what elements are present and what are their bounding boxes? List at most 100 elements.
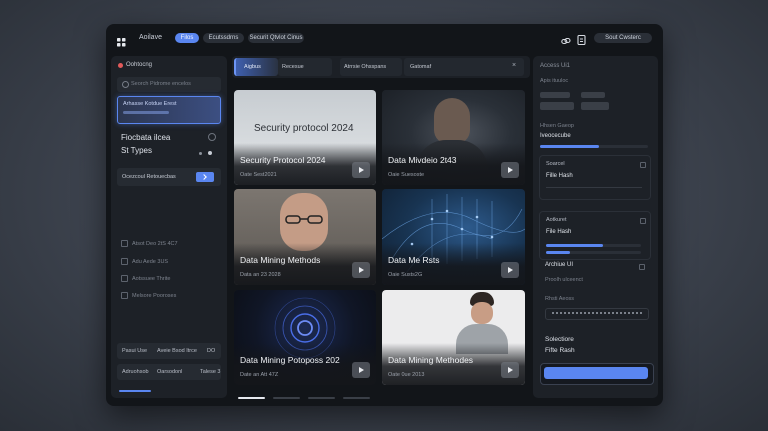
sidebar-action-row: Ocezcoul Retouecbas — [117, 168, 221, 186]
info-icon[interactable] — [208, 133, 216, 141]
filter-tab-label: Gatomaf — [410, 64, 432, 70]
sidebar-scroll-indicator[interactable] — [119, 390, 151, 392]
video-card[interactable]: Data Mivdeio 2t43 Oaie Suesoste — [382, 90, 525, 185]
pagination — [238, 397, 378, 400]
footer-cell[interactable]: Adruohsob — [122, 369, 149, 375]
video-card[interactable]: Data Mining Methods Data an 23 2028 — [234, 189, 376, 285]
checkbox-icon[interactable] — [640, 218, 646, 224]
archive-bar-dots — [552, 312, 642, 314]
action-label: Ocezcoul Retouecbas — [122, 174, 176, 180]
box-label: Archiue UI — [545, 262, 574, 268]
person-face — [471, 302, 493, 324]
header-right-button[interactable]: Sout Cwsterc — [594, 33, 652, 43]
checkbox-icon — [121, 240, 128, 247]
footer-cell[interactable]: DO — [207, 348, 215, 354]
selected-item-label: Arhasse Kotdue Erest — [123, 101, 177, 107]
card-title: Data Mivdeio 2t43 — [388, 155, 457, 165]
card-title: Security Protocol 2024 — [240, 155, 326, 165]
sidebar-footer-row-1: Pasui Use Aveie Bsod Itrce DO — [117, 343, 221, 359]
item-progress-fill — [540, 145, 600, 148]
sidebar-section-sub: St Types — [121, 146, 152, 155]
video-card[interactable]: Data Mining Potoposs 202 Date an Att 47Z — [234, 290, 376, 385]
sidebar-check-1[interactable]: Atsot Deo 2tS 4C7 — [121, 240, 178, 247]
box-line — [546, 187, 642, 188]
checkbox-icon — [121, 275, 128, 282]
hash-bar-track-b — [546, 251, 641, 254]
card-title: Data Mining Potoposs 202 — [240, 355, 340, 365]
footer-cell[interactable]: Pasui Use — [122, 348, 147, 354]
placeholder-block — [540, 92, 570, 98]
sidebar-check-2[interactable]: Adu Aede 3US — [121, 258, 168, 265]
video-card[interactable]: Security protocol 2024 Security Protocol… — [234, 90, 376, 185]
selected-item-bar — [123, 111, 169, 114]
check-label: Adu Aede 3US — [132, 258, 169, 265]
app-name: Aoilave — [139, 34, 162, 41]
card-meta: Data an 23 2028 — [240, 272, 281, 278]
page-dot-active[interactable] — [238, 397, 265, 399]
box-value: Fille Hash — [546, 173, 573, 179]
tab-third[interactable]: Securit Qtvlot Cinus — [248, 33, 304, 43]
play-icon[interactable] — [352, 262, 370, 278]
sidebar-selected-item[interactable]: Arhasse Kotdue Erest — [117, 96, 221, 124]
hash-bar-track — [546, 244, 641, 247]
card-meta: Oate Sest2021 — [240, 172, 277, 178]
item-progress — [540, 145, 648, 148]
play-icon[interactable] — [352, 362, 370, 378]
primary-action-button[interactable] — [540, 363, 654, 385]
play-icon[interactable] — [501, 362, 519, 378]
page-dot[interactable] — [343, 397, 370, 399]
selection-label: Solectiore — [545, 336, 574, 343]
check-label: Aotssuee Thrite — [132, 275, 171, 282]
play-icon[interactable] — [501, 262, 519, 278]
checkbox-icon[interactable] — [639, 264, 645, 270]
box-value: File Hash — [546, 229, 572, 235]
placeholder-block — [581, 92, 605, 98]
page-dot[interactable] — [308, 397, 335, 399]
check-label: Melsore Pooroses — [132, 292, 177, 299]
card-meta: Date an Att 47Z — [240, 372, 279, 378]
check-label: Atsot Deo 2tS 4C7 — [132, 240, 178, 247]
filter-tab-label: Recesue — [282, 64, 304, 70]
file-box-source[interactable]: Soarcel Fille Hash — [539, 155, 651, 200]
footer-cell[interactable]: Aveie Bsod Itrce — [157, 348, 197, 354]
chevron-right-icon — [201, 174, 207, 180]
tab-filos[interactable]: Filos — [175, 33, 199, 43]
page-dot[interactable] — [273, 397, 300, 399]
placeholder-block — [581, 102, 609, 110]
toggle-dot[interactable] — [208, 151, 212, 155]
filter-tab-label: Atrrsie Ohsspans — [344, 64, 387, 70]
link-icon[interactable] — [561, 33, 571, 45]
footer-cell[interactable]: Talese 3 — [200, 369, 221, 375]
sidebar-check-4[interactable]: Melsore Pooroses — [121, 292, 176, 299]
card-title: Data Mining Methods — [240, 255, 321, 265]
sidebar-footer-row-2: Adruohsob Oarsodonl Talese 3 — [117, 364, 221, 380]
action-button[interactable] — [196, 172, 214, 182]
sidebar-status-dot — [118, 63, 123, 68]
checkbox-icon[interactable] — [640, 162, 646, 168]
checkbox-icon — [121, 258, 128, 265]
play-icon[interactable] — [501, 162, 519, 178]
app-window: Aoilave Filos Ecutssdrns Securit Qtvlot … — [106, 24, 663, 406]
play-icon[interactable] — [352, 162, 370, 178]
filter-tab-2[interactable]: Recesue — [278, 58, 332, 76]
footer-cell[interactable]: Oarsodonl — [157, 369, 182, 375]
archive-box[interactable]: Archiue UI Proolh ulceenct Rhsti Aeoss — [539, 258, 649, 325]
apps-grid-icon[interactable] — [117, 34, 126, 47]
section-label: Hhsen Gaeop — [540, 123, 574, 129]
tab-second[interactable]: Ecutssdrns — [203, 33, 244, 43]
sidebar-check-3[interactable]: Aotssuee Thrite — [121, 275, 170, 282]
close-icon[interactable]: × — [512, 62, 516, 69]
filter-tab-active[interactable]: Aigbus — [234, 58, 278, 76]
box-sub-2: Rhsti Aeoss — [545, 296, 575, 302]
video-card[interactable]: Data Me Rsts Oaie Susts2G — [382, 189, 525, 285]
clipboard-icon[interactable] — [577, 32, 586, 46]
filter-dropdown[interactable]: Gatomaf × — [404, 58, 524, 76]
right-panel-title: Access Ui1 — [540, 63, 571, 69]
card-meta: Oaie Suesoste — [388, 172, 425, 178]
filter-tab-3[interactable]: Atrrsie Ohsspans — [340, 58, 402, 76]
checkbox-icon — [121, 292, 128, 299]
sidebar-search[interactable]: Seorch Pidrome encelos — [117, 77, 221, 92]
file-box-hash[interactable]: Aotkuret File Hash — [539, 211, 651, 260]
video-card[interactable]: Data Mining Methodes Oate 0ue 2013 — [382, 290, 525, 385]
hash-bar-fill-a — [546, 244, 603, 247]
